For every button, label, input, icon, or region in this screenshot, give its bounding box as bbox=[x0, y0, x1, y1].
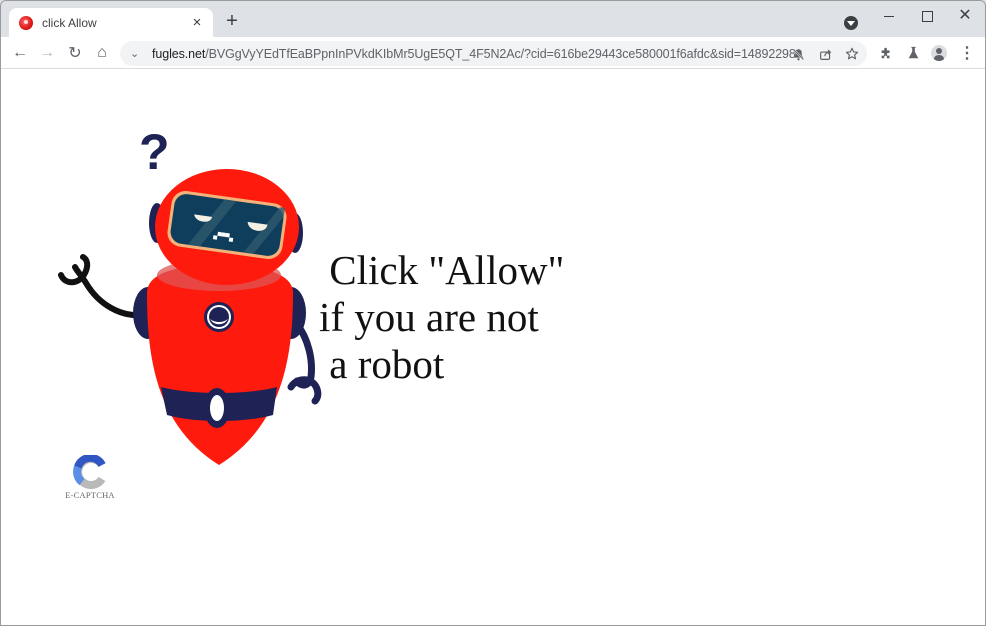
close-window-button[interactable]: ✕ bbox=[945, 1, 985, 31]
message-line-3: a robot bbox=[329, 341, 445, 387]
maximize-button[interactable] bbox=[907, 1, 947, 31]
captcha-c-icon bbox=[73, 455, 106, 489]
message-line-2: if you are not bbox=[319, 294, 539, 340]
labs-flask-icon[interactable] bbox=[904, 44, 922, 62]
robot-illustration: ? bbox=[58, 125, 322, 465]
kebab-menu-icon[interactable]: ⋮ bbox=[958, 44, 976, 62]
forward-button[interactable]: → bbox=[35, 41, 59, 65]
tab-strip: click Allow × + ✕ bbox=[1, 1, 985, 37]
robot-body bbox=[147, 265, 293, 465]
allow-instruction-text: Click "Allow" if you are not a robot bbox=[319, 247, 564, 388]
browser-toolbar: ← → ↻ ⌂ ⌄ fugles.net/BVGgVyYEdTfEaBPpnIn… bbox=[1, 37, 985, 69]
maximize-icon bbox=[921, 10, 933, 22]
extensions-icon[interactable] bbox=[877, 44, 895, 62]
notifications-blocked-icon[interactable] bbox=[790, 46, 806, 62]
back-button[interactable]: ← bbox=[8, 41, 32, 65]
new-tab-button[interactable]: + bbox=[222, 10, 242, 32]
robot-belt-buckle-inner bbox=[210, 395, 224, 421]
profile-avatar-button[interactable] bbox=[930, 44, 948, 62]
captcha-label: E-CAPTCHA bbox=[65, 490, 115, 500]
share-icon[interactable] bbox=[817, 46, 833, 62]
reload-button[interactable]: ↻ bbox=[63, 41, 87, 65]
browser-window: click Allow × + ✕ ← → ↻ ⌂ ⌄ fugles.net/B… bbox=[0, 0, 986, 626]
robot-right-hand bbox=[287, 376, 322, 405]
tab-click-allow[interactable]: click Allow × bbox=[9, 8, 213, 37]
profile-avatar-icon bbox=[931, 45, 947, 61]
message-line-1: Click "Allow" bbox=[329, 247, 565, 293]
home-button[interactable]: ⌂ bbox=[90, 41, 114, 65]
e-captcha-logo: E-CAPTCHA bbox=[63, 455, 117, 505]
minimize-button[interactable] bbox=[869, 1, 909, 31]
question-mark-icon: ? bbox=[139, 125, 170, 180]
close-icon: ✕ bbox=[958, 7, 972, 24]
chevron-down-icon[interactable]: ⌄ bbox=[130, 47, 144, 60]
minimize-icon bbox=[884, 15, 894, 17]
url-text[interactable]: fugles.net/BVGgVyYEdTfEaBPpnInPVkdKIbMr5… bbox=[152, 47, 796, 61]
page-content: ? Click "Allow" if you are not a robot E… bbox=[1, 69, 985, 625]
tab-search-icon[interactable] bbox=[844, 16, 858, 30]
url-host: fugles.net bbox=[152, 46, 206, 61]
url-path: /BVGgVyYEdTfEaBPpnInPVkdKIbMr5UgE5QT_4F5… bbox=[205, 46, 796, 61]
tab-close-icon[interactable]: × bbox=[189, 14, 205, 31]
tab-title: click Allow bbox=[42, 15, 97, 30]
bookmark-star-icon[interactable] bbox=[844, 46, 860, 62]
address-bar[interactable]: ⌄ fugles.net/BVGgVyYEdTfEaBPpnInPVkdKIbM… bbox=[120, 41, 867, 66]
red-orb-favicon-icon bbox=[19, 15, 33, 30]
